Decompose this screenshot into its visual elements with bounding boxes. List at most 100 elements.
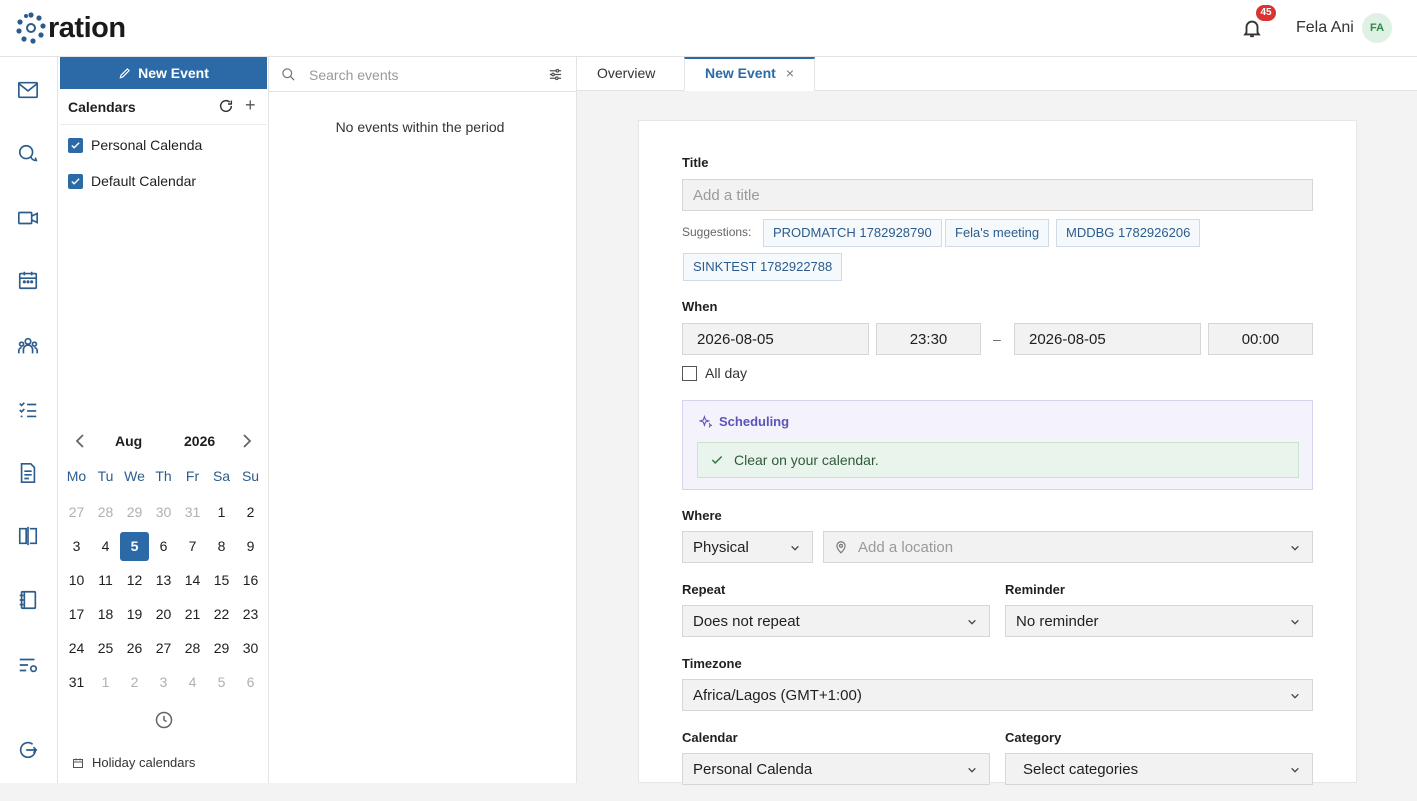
category-label: Category <box>1005 730 1062 745</box>
chevron-right-icon[interactable] <box>241 434 253 448</box>
calendar-day[interactable]: 30 <box>236 633 265 667</box>
calendar-day[interactable]: 4 <box>91 531 120 565</box>
add-calendar-icon[interactable]: + <box>245 95 256 116</box>
calendar-day[interactable]: 6 <box>236 667 265 701</box>
calendar-day[interactable]: 15 <box>207 565 236 599</box>
tickets-icon[interactable] <box>17 525 39 547</box>
calendar-day[interactable]: 18 <box>91 599 120 633</box>
calendar-day[interactable]: 21 <box>178 599 207 633</box>
calendar-day[interactable]: 5 <box>120 531 149 565</box>
suggestion-chip[interactable]: SINKTEST 1782922788 <box>683 253 843 281</box>
suggestion-chip[interactable]: PRODMATCH 1782928790 <box>763 219 942 247</box>
video-icon[interactable] <box>17 207 39 229</box>
checkbox-checked[interactable] <box>68 173 83 189</box>
contacts-icon[interactable] <box>17 335 39 357</box>
new-event-button[interactable]: New Event <box>60 57 267 89</box>
calendar-day[interactable]: 6 <box>149 531 178 565</box>
calendar-day-number: 18 <box>97 606 114 622</box>
calendar-day[interactable]: 26 <box>120 633 149 667</box>
app-logo[interactable]: ration <box>16 11 126 45</box>
calendar-day[interactable]: 5 <box>207 667 236 701</box>
mini-calendar-month[interactable]: Aug <box>115 433 142 449</box>
calendar-day[interactable]: 2 <box>120 667 149 701</box>
calendar-day[interactable]: 31 <box>178 497 207 531</box>
calendar-day[interactable]: 9 <box>236 531 265 565</box>
clock-icon[interactable] <box>154 710 174 730</box>
category-select[interactable]: Select categories <box>1005 753 1313 785</box>
tasks-icon[interactable] <box>17 399 39 421</box>
calendar-day[interactable]: 27 <box>149 633 178 667</box>
mini-calendar-year[interactable]: 2026 <box>184 433 215 449</box>
calendar-day[interactable]: 17 <box>62 599 91 633</box>
calendar-day[interactable]: 4 <box>178 667 207 701</box>
title-input[interactable]: Add a title <box>682 179 1313 211</box>
calendar-day-number: 25 <box>97 640 114 656</box>
calendar-item-default[interactable]: Default Calendar <box>68 173 196 189</box>
tab-overview[interactable]: Overview <box>577 57 675 91</box>
checkbox-checked[interactable] <box>68 137 83 153</box>
filter-icon[interactable] <box>548 67 563 82</box>
calendar-day[interactable]: 24 <box>62 633 91 667</box>
search-input[interactable] <box>309 64 529 86</box>
checkbox-unchecked[interactable] <box>682 365 697 381</box>
calendar-day[interactable]: 13 <box>149 565 178 599</box>
mail-icon[interactable] <box>17 79 39 101</box>
refresh-icon[interactable] <box>218 98 234 114</box>
end-date-field[interactable]: 2026-08-05 <box>1014 323 1201 355</box>
calendar-day[interactable]: 23 <box>236 599 265 633</box>
week-row: 31 1 2 3 4 5 6 <box>62 667 265 701</box>
calendar-day[interactable]: 25 <box>91 633 120 667</box>
calendar-day[interactable]: 10 <box>62 565 91 599</box>
calendar-day[interactable]: 22 <box>207 599 236 633</box>
calendar-day[interactable]: 19 <box>120 599 149 633</box>
calendar-day[interactable]: 12 <box>120 565 149 599</box>
calendar-day[interactable]: 11 <box>91 565 120 599</box>
user-name[interactable]: Fela Ani <box>1296 19 1354 37</box>
calendar-day-number: 31 <box>68 674 85 690</box>
calendar-day[interactable]: 29 <box>120 497 149 531</box>
reminder-select[interactable]: No reminder <box>1005 605 1313 637</box>
chat-icon[interactable] <box>17 143 39 165</box>
calendar-day[interactable]: 29 <box>207 633 236 667</box>
calendar-day[interactable]: 27 <box>62 497 91 531</box>
calendar-day[interactable]: 2 <box>236 497 265 531</box>
suggestion-chip[interactable]: Fela's meeting <box>945 219 1050 247</box>
timezone-select[interactable]: Africa/Lagos (GMT+1:00) <box>682 679 1313 711</box>
end-time-field[interactable]: 00:00 <box>1208 323 1313 355</box>
calendar-day[interactable]: 3 <box>149 667 178 701</box>
close-icon[interactable]: × <box>786 65 794 81</box>
calendar-icon[interactable] <box>17 269 39 291</box>
holiday-calendars-link[interactable]: Holiday calendars <box>72 755 195 770</box>
calendar-day[interactable]: 28 <box>178 633 207 667</box>
calendar-day[interactable]: 16 <box>236 565 265 599</box>
chevron-left-icon[interactable] <box>74 434 86 448</box>
start-date-field[interactable]: 2026-08-05 <box>682 323 869 355</box>
location-input[interactable]: Add a location <box>823 531 1313 563</box>
calendar-day[interactable]: 30 <box>149 497 178 531</box>
calendar-day[interactable]: 8 <box>207 531 236 565</box>
calendar-day[interactable]: 1 <box>207 497 236 531</box>
calendar-item-personal[interactable]: Personal Calenda <box>68 137 202 153</box>
avatar[interactable]: FA <box>1362 13 1392 43</box>
notebook-icon[interactable] <box>17 589 39 611</box>
bell-icon[interactable] <box>1241 17 1263 39</box>
where-type-select[interactable]: Physical <box>682 531 813 563</box>
calendar-day[interactable]: 1 <box>91 667 120 701</box>
calendar-day[interactable]: 28 <box>91 497 120 531</box>
calendar-day[interactable]: 3 <box>62 531 91 565</box>
suggestion-chip[interactable]: MDDBG 1782926206 <box>1056 219 1201 247</box>
document-icon[interactable] <box>17 462 39 484</box>
start-time-field[interactable]: 23:30 <box>876 323 981 355</box>
location-placeholder: Add a location <box>858 538 954 556</box>
calendar-day[interactable]: 20 <box>149 599 178 633</box>
scheduling-title: Scheduling <box>699 414 789 429</box>
all-day-toggle[interactable]: All day <box>682 365 747 381</box>
settings-list-icon[interactable] <box>17 654 39 676</box>
calendar-select[interactable]: Personal Calenda <box>682 753 990 785</box>
logout-icon[interactable] <box>17 739 39 761</box>
calendar-day[interactable]: 31 <box>62 667 91 701</box>
repeat-select[interactable]: Does not repeat <box>682 605 990 637</box>
calendar-day[interactable]: 14 <box>178 565 207 599</box>
tab-new-event[interactable]: New Event × <box>684 57 815 91</box>
calendar-day[interactable]: 7 <box>178 531 207 565</box>
